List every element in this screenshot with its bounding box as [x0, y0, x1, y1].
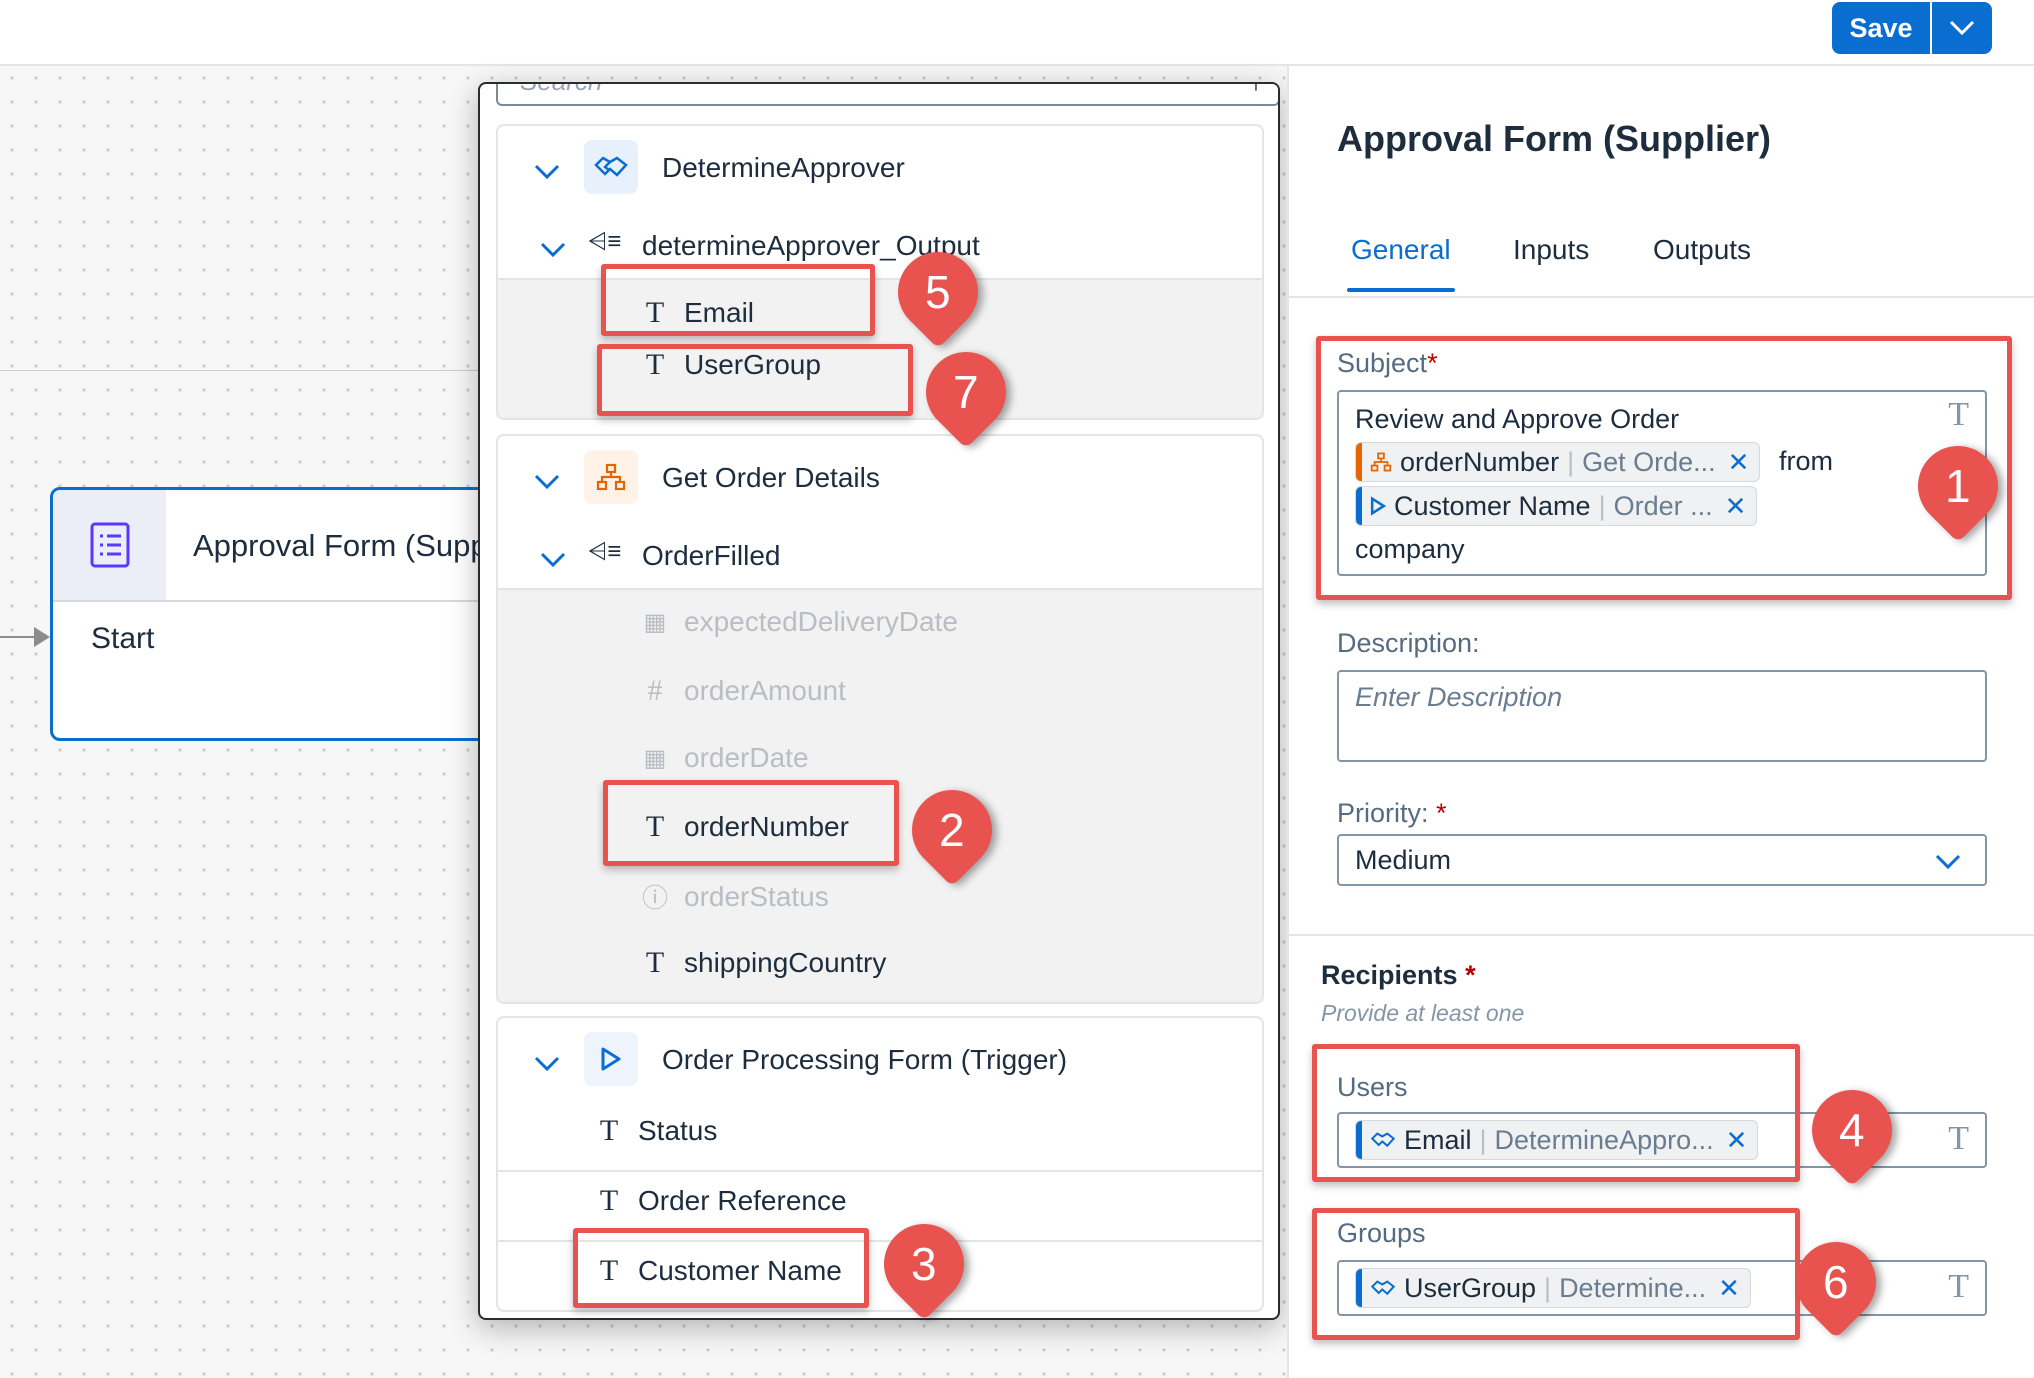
tab-inputs[interactable]: Inputs	[1513, 234, 1589, 266]
group-card-get-order-details: Get Order Details ⩤≡ OrderFilled ▦ expect…	[496, 434, 1264, 1004]
highlight-email	[601, 264, 875, 336]
group-title: Get Order Details	[662, 462, 880, 493]
number-type-icon: #	[647, 674, 663, 707]
approval-form-node[interactable]: Approval Form (Supp Start	[50, 487, 490, 741]
group-title: DetermineApprover	[662, 152, 905, 183]
row-divider	[498, 1170, 1262, 1172]
callout-6: 6	[1779, 1225, 1893, 1339]
calendar-icon: ▦	[643, 609, 667, 636]
recipients-label: Recipients *	[1321, 960, 1476, 990]
highlight-subject	[1316, 336, 2012, 600]
callout-2: 2	[895, 773, 1009, 887]
callout-5: 5	[881, 235, 995, 349]
description-field[interactable]: Enter Description	[1337, 670, 1987, 762]
active-tab-indicator	[1347, 288, 1455, 292]
node-icon-box	[53, 490, 166, 600]
field-order-date[interactable]: ▦ orderDate	[640, 742, 809, 774]
hierarchy-icon	[584, 450, 638, 504]
text-type-icon: T	[645, 946, 665, 979]
highlight-usergroup	[597, 344, 913, 416]
text-type-icon[interactable]: T	[1948, 1120, 1969, 1158]
chevron-down-icon[interactable]	[540, 238, 566, 264]
node-title: Approval Form (Supp	[193, 528, 488, 563]
field-status[interactable]: T Status	[594, 1114, 718, 1148]
save-dropdown-button[interactable]	[1930, 2, 1992, 54]
node-divider	[53, 600, 487, 602]
highlight-customer-name	[573, 1228, 869, 1308]
description-label: Description:	[1337, 628, 1480, 658]
callout-3: 3	[867, 1207, 981, 1321]
chevron-down-icon[interactable]	[540, 548, 566, 574]
structure-icon: ⩤≡	[588, 538, 622, 565]
node-start-label: Start	[91, 622, 155, 655]
chevron-down-icon	[1949, 20, 1975, 36]
field-order-status[interactable]: ⓘ orderStatus	[640, 878, 829, 915]
callout-4: 4	[1795, 1073, 1909, 1187]
recipients-hint: Provide at least one	[1321, 1000, 1525, 1026]
priority-label: Priority: *	[1337, 798, 1447, 828]
connector-line	[0, 636, 38, 638]
description-placeholder: Enter Description	[1355, 682, 1563, 712]
field-expected-delivery-date[interactable]: ▦ expectedDeliveryDate	[640, 606, 958, 638]
chevron-down-icon[interactable]	[534, 160, 560, 186]
highlight-groups	[1312, 1208, 1800, 1340]
subgroup-title: OrderFilled	[642, 540, 781, 571]
chevron-down-icon[interactable]	[534, 470, 560, 496]
data-picker-popover: Search ⚲ DetermineApprover ⩤≡ determineA…	[478, 82, 1280, 1320]
field-order-reference[interactable]: T Order Reference	[594, 1184, 847, 1218]
search-input[interactable]: Search ⚲	[496, 84, 1278, 106]
top-toolbar: Save	[0, 0, 2034, 66]
section-divider	[1289, 934, 2034, 936]
field-shipping-country[interactable]: TshippingCountry	[640, 946, 887, 980]
play-icon	[584, 1032, 638, 1086]
callout-1: 1	[1901, 429, 2015, 543]
text-type-icon: T	[599, 1184, 619, 1217]
search-placeholder: Search	[520, 84, 602, 97]
structure-icon: ⩤≡	[588, 228, 622, 255]
chevron-down-icon[interactable]	[534, 1052, 560, 1078]
field-order-amount[interactable]: # orderAmount	[640, 674, 846, 708]
save-button[interactable]: Save	[1832, 2, 1930, 54]
panel-title: Approval Form (Supplier)	[1337, 118, 1772, 159]
tab-outputs[interactable]: Outputs	[1653, 234, 1751, 266]
form-list-icon	[90, 522, 129, 568]
save-split-button: Save	[1832, 2, 1992, 54]
priority-value: Medium	[1355, 845, 1452, 875]
chevron-down-icon	[1935, 854, 1961, 870]
highlight-users	[1312, 1044, 1800, 1182]
group-title: Order Processing Form (Trigger)	[662, 1044, 1068, 1075]
highlight-order-number	[603, 780, 899, 866]
priority-select[interactable]: Medium	[1337, 834, 1987, 886]
handshake-icon	[584, 140, 638, 194]
question-mark-icon: ⓘ	[641, 884, 668, 913]
calendar-icon: ▦	[643, 745, 667, 772]
tabs-divider	[1289, 296, 2034, 298]
callout-7: 7	[909, 335, 1023, 449]
search-icon[interactable]: ⚲	[1248, 84, 1264, 94]
connector-arrowhead	[34, 627, 50, 647]
text-type-icon[interactable]: T	[1948, 1268, 1969, 1306]
canvas-lane-divider	[0, 370, 480, 371]
text-type-icon: T	[599, 1114, 619, 1147]
tab-general[interactable]: General	[1351, 234, 1451, 266]
